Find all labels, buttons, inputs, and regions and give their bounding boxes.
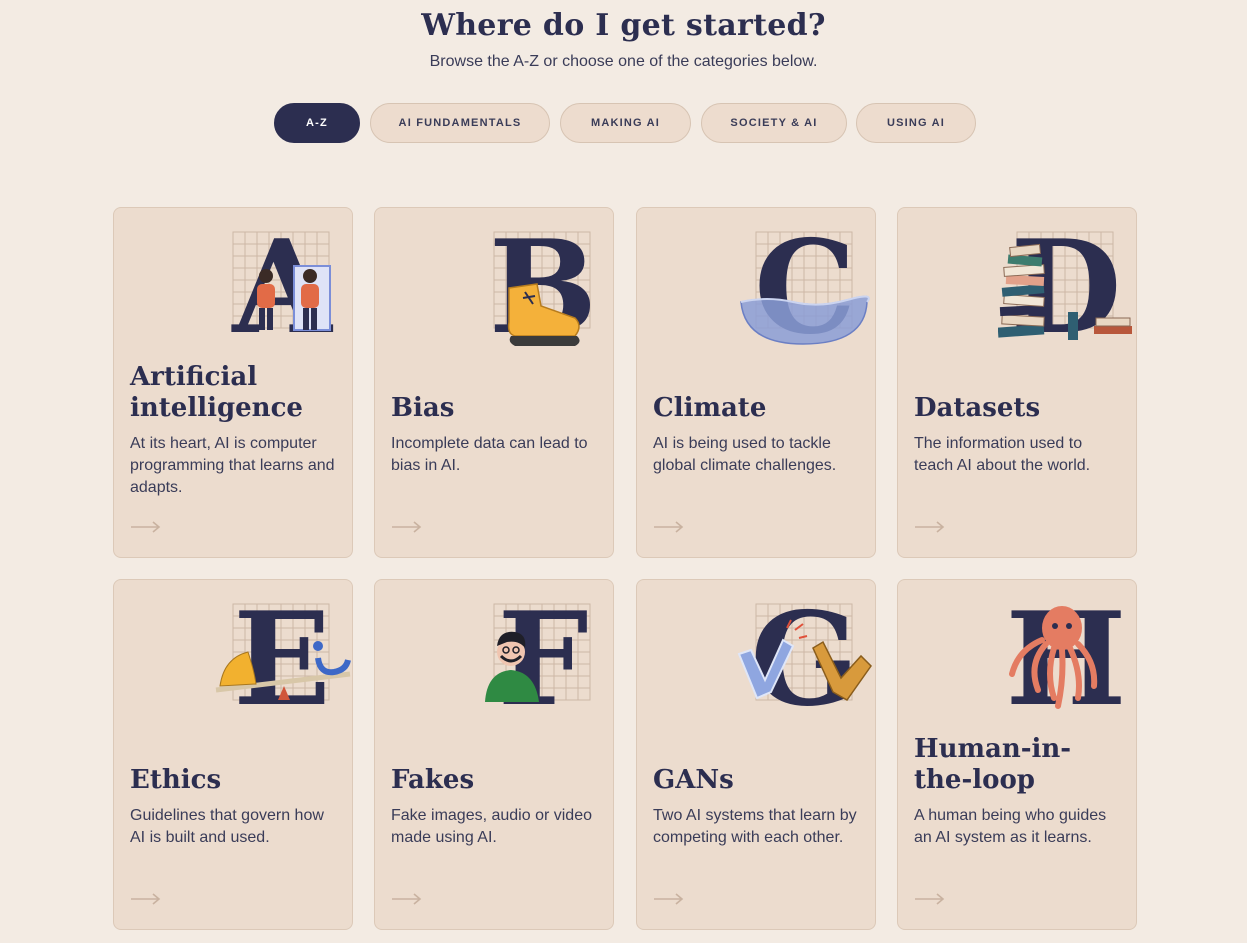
page-title: Where do I get started? [421,8,826,43]
arrow-right-icon [131,521,161,533]
arrow-right-icon [131,893,161,905]
disguised-person-icon: F [485,594,591,726]
card-title: Artificial intelligence [130,362,303,423]
card-description: The information used to teach AI about t… [914,435,1091,474]
card-gans[interactable]: G GANs Two AI systems that learn by comp… [636,579,876,930]
card-bias[interactable]: B Bias Incomplete data can lead to bias … [374,207,614,558]
robot-arms-icon: G [737,594,872,726]
card-title: Climate [653,393,767,423]
card-description: At its heart, AI is computer programming… [130,435,335,496]
filter-society-ai[interactable]: SOCIETY & AI [701,103,847,143]
octopus-icon: H [1006,594,1127,726]
card-human-in-the-loop[interactable]: H Human-in-the-loop A human being who gu… [897,579,1137,930]
balance-scale-icon: E [215,594,351,726]
card-title: Bias [391,393,455,423]
arrow-right-icon [392,521,422,533]
card-climate[interactable]: C Climate AI is being used to tackle glo… [636,207,876,558]
filter-using-ai[interactable]: USING AI [856,103,976,143]
category-filters: A-Z AI FUNDAMENTALS MAKING AI SOCIETY & … [0,103,1247,143]
card-artificial-intelligence[interactable]: A Artificial intelligence At its heart, … [113,207,353,558]
card-title: GANs [653,765,734,795]
card-description: AI is being used to tackle global climat… [653,435,837,474]
arrow-right-icon [915,893,945,905]
card-ethics[interactable]: E Ethics Guidelines that govern how AI i… [113,579,353,930]
svg-text:G: G [750,594,859,726]
water-bowl-icon: C [740,222,870,354]
filter-ai-fundamentals[interactable]: AI FUNDAMENTALS [370,103,550,143]
card-datasets[interactable]: D Datasets The information used to teach… [897,207,1137,558]
card-fakes[interactable]: F Fakes Fake images, audio or video made… [374,579,614,930]
card-description: Two AI systems that learn by competing w… [653,807,857,846]
card-description: Incomplete data can lead to bias in AI. [391,435,588,474]
card-title: Human-in-the-loop [914,734,1072,795]
card-title: Fakes [391,765,475,795]
filter-a-z[interactable]: A-Z [274,103,360,143]
filter-making-ai[interactable]: MAKING AI [560,103,691,143]
arrow-right-icon [654,521,684,533]
card-description: Guidelines that govern how AI is built a… [130,807,324,846]
arrow-right-icon [915,521,945,533]
card-title: Ethics [130,765,222,795]
arrow-right-icon [654,893,684,905]
card-title: Datasets [914,393,1041,423]
mirror-figures-icon: A [231,222,333,354]
arrow-right-icon [392,893,422,905]
book-stack-icon: D [998,222,1132,354]
page-subtitle: Browse the A-Z or choose one of the cate… [429,53,818,70]
sneaker-icon: B [489,222,597,354]
card-description: Fake images, audio or video made using A… [391,807,592,846]
card-description: A human being who guides an AI system as… [914,807,1107,846]
